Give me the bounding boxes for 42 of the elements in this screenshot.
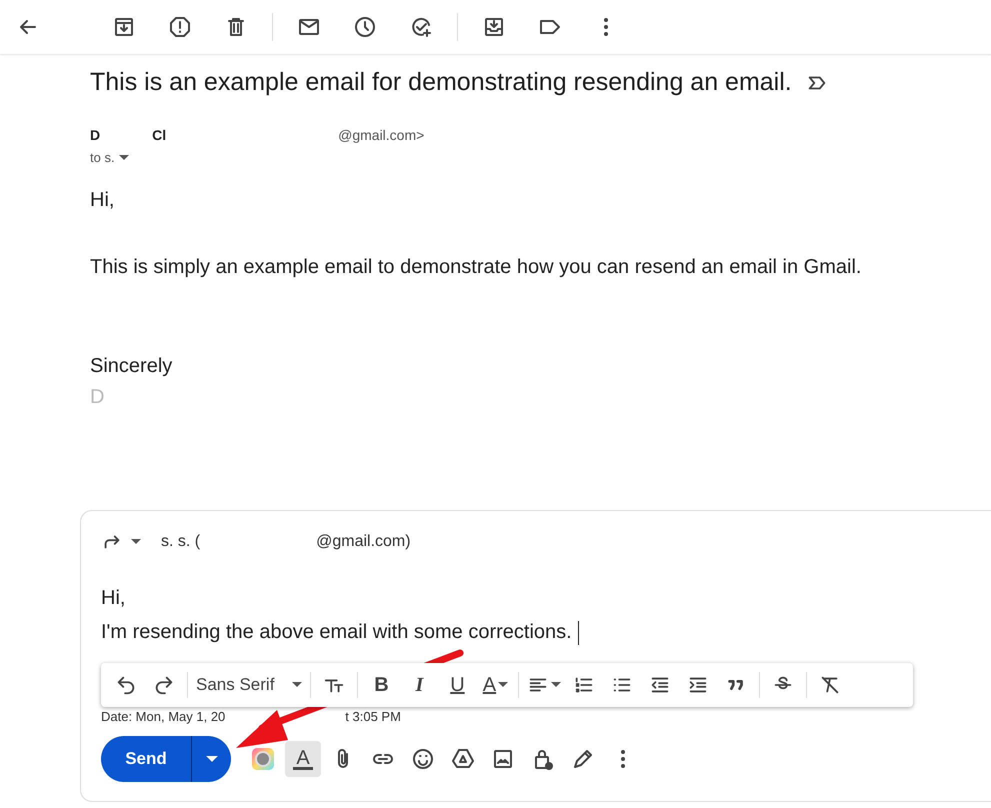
email-subject: This is an example email for demonstrating resending an email. (90, 68, 792, 97)
message-line: Hi, (101, 586, 126, 611)
font-caret-icon[interactable] (292, 682, 302, 688)
sender-first-name: D (90, 127, 100, 143)
underline-button[interactable]: U (440, 668, 474, 702)
text-color-button[interactable]: A (478, 668, 512, 702)
more-vertical-icon (603, 17, 609, 37)
smiley-icon (411, 747, 435, 771)
align-caret-icon[interactable] (551, 682, 562, 688)
dropdown-caret-icon[interactable] (118, 154, 129, 160)
more-vertical-icon (620, 749, 626, 769)
body-paragraph: This is simply an example email to demonstrate how you can resend an email in Gmail. (90, 256, 862, 279)
exclamation-octagon-icon[interactable] (168, 15, 192, 39)
color-caret-icon[interactable] (498, 682, 508, 688)
recipient-name: s. s. ( (161, 533, 200, 551)
move-to-inbox-icon[interactable] (482, 15, 506, 39)
caret-icon (206, 756, 218, 762)
formatting-options-button[interactable]: A (285, 741, 321, 777)
quoted-date: Date: Mon, May 1, 20 (101, 709, 226, 724)
archive-icon[interactable] (112, 15, 136, 39)
type-caret-icon[interactable] (131, 539, 141, 545)
italic-button[interactable]: I (402, 668, 436, 702)
pen-icon (571, 747, 595, 771)
clear-formatting-icon[interactable] (819, 674, 842, 696)
quoted-time: t 3:05 PM (345, 709, 401, 724)
message-line: I'm resending the above email with some corrections. (101, 615, 991, 649)
body-paragraph: Sincerely (90, 355, 174, 378)
recipient-email: @gmail.com) (316, 533, 411, 551)
clock-icon[interactable] (353, 15, 377, 39)
bold-button[interactable]: B (364, 668, 398, 702)
body-paragraph: Hi, (90, 189, 116, 212)
sender-email: @gmail.com> (338, 127, 424, 143)
triangle-icon (451, 747, 475, 771)
font-dropdown[interactable]: Sans Serif (194, 668, 304, 702)
image-icon (491, 747, 515, 771)
signature-name: D (90, 386, 106, 409)
undo-icon[interactable] (115, 674, 137, 696)
recipients-label: to s. (90, 150, 115, 165)
check-plus-icon[interactable] (409, 15, 433, 39)
redo-icon[interactable] (153, 674, 175, 696)
color-ring-icon (251, 747, 275, 771)
sender-last-name: Cl (152, 127, 166, 143)
